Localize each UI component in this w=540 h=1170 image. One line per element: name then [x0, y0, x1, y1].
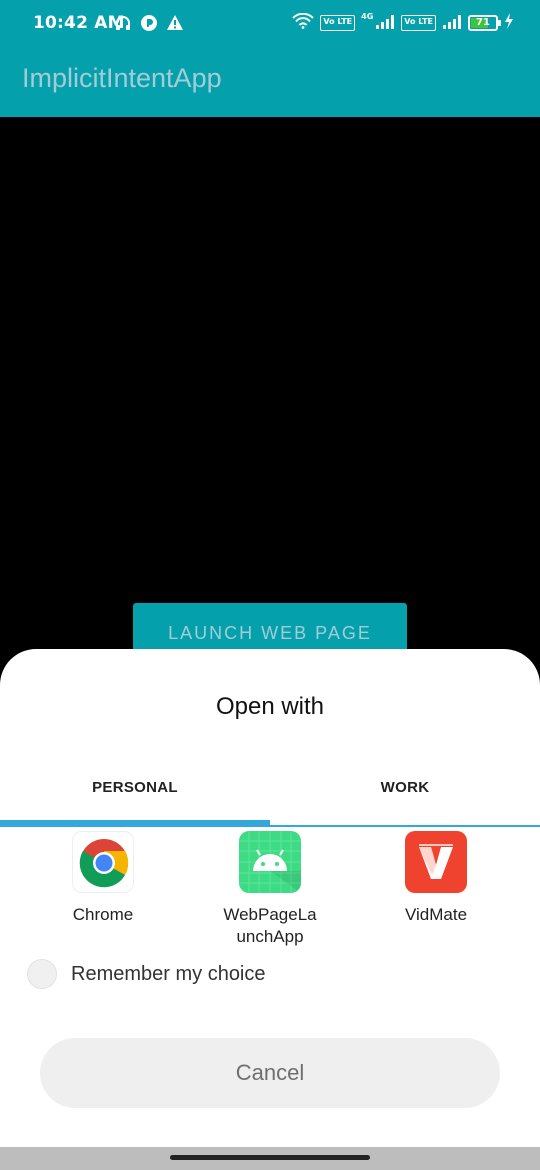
wifi-icon: [292, 12, 315, 33]
tab-work[interactable]: WORK: [270, 779, 540, 796]
android-icon: [239, 831, 301, 893]
signal-icon: [375, 14, 395, 33]
home-indicator[interactable]: [170, 1155, 370, 1160]
battery-indicator: 71: [468, 15, 501, 31]
signal-icon-2: [442, 14, 462, 33]
remember-choice-label: Remember my choice: [71, 962, 266, 985]
app-label-vidmate: VidMate: [404, 905, 468, 924]
app-option-webpagelaunchapp[interactable]: WebPageLa unchApp: [185, 831, 355, 948]
app-bar: ImplicitIntentApp: [0, 48, 540, 117]
status-time: 10:42 AM: [33, 13, 125, 33]
chrome-icon: [72, 831, 134, 893]
status-right-icons: Vo LTE 4G Vo LTE 71: [292, 13, 514, 33]
volte-badge-2: Vo LTE: [401, 15, 436, 31]
vidmate-icon: [405, 831, 467, 893]
open-with-sheet: Open with PERSONAL WORK Chrome WebPageLa…: [0, 649, 540, 1170]
network-type: 4G: [361, 12, 374, 21]
charging-icon: [504, 13, 514, 33]
status-bar: 10:42 AM Vo LTE 4G Vo LTE 71: [0, 0, 540, 48]
warning-icon: [166, 14, 184, 36]
app-option-vidmate[interactable]: VidMate: [351, 831, 521, 926]
battery-level: 71: [476, 17, 490, 28]
app-notification-icon: [140, 14, 158, 36]
headphones-icon: [114, 14, 132, 36]
app-label-webpagelaunchapp: WebPageLa unchApp: [223, 905, 317, 946]
navigation-bar: [0, 1147, 540, 1170]
remember-choice-radio[interactable]: [27, 959, 57, 989]
app-title: ImplicitIntentApp: [22, 63, 222, 93]
remember-choice-row[interactable]: Remember my choice: [27, 959, 266, 989]
app-option-chrome[interactable]: Chrome: [18, 831, 188, 926]
volte-badge-1: Vo LTE: [320, 15, 356, 31]
status-left-icons: [114, 14, 184, 36]
tab-selected-indicator: [0, 820, 270, 826]
tab-personal[interactable]: PERSONAL: [0, 779, 270, 796]
sheet-title: Open with: [215, 693, 325, 720]
app-label-chrome: Chrome: [72, 905, 134, 924]
battery-tip: [498, 20, 501, 26]
cancel-button[interactable]: Cancel: [40, 1038, 500, 1108]
